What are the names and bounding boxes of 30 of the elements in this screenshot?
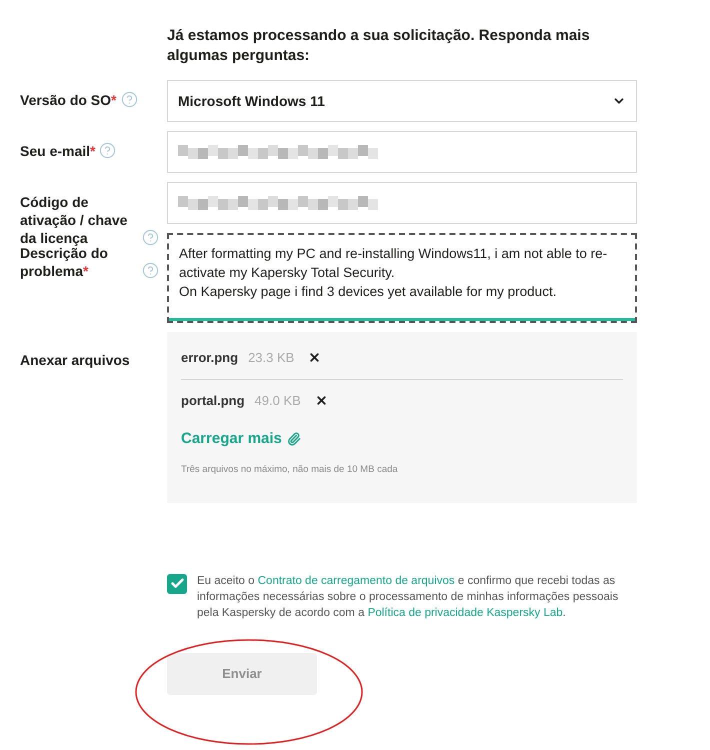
upload-more-link[interactable]: Carregar mais xyxy=(181,428,282,450)
field-label: Anexar arquivos xyxy=(20,352,130,368)
agreement-checkbox[interactable] xyxy=(167,574,187,594)
file-name: error.png xyxy=(181,349,238,367)
field-label: Seu e-mail* xyxy=(20,142,96,160)
agreement-text: Eu aceito o Contrato de carregamento de arquivos e confirmo que recebi todas as informações necessárias sobre o processamento de minhas informações pessoais pela Kaspersky de acordo com a Política de privacidade Kaspersky Lab. xyxy=(197,574,620,621)
os-select[interactable]: Microsoft Windows 11 xyxy=(167,80,637,122)
input-field[interactable] xyxy=(167,131,637,173)
help-icon[interactable] xyxy=(142,262,159,279)
blurred-text-icon xyxy=(178,196,378,210)
blurred-text-icon xyxy=(178,145,378,159)
policy-link[interactable]: Política de privacidade Kaspersky Lab xyxy=(368,606,563,619)
upload-hint: Três arquivos no máximo, não mais de 10 MB cada xyxy=(181,462,399,476)
field-label: Versão do SO* xyxy=(20,91,116,109)
help-icon[interactable] xyxy=(142,229,159,246)
close-icon[interactable] xyxy=(308,351,322,364)
field-label: Código de ativação / chave da licença xyxy=(20,193,128,247)
form-heading: Já estamos processando a sua solicitação. Responda mais algumas perguntas: xyxy=(167,26,591,66)
file-size: 49.0 KB xyxy=(254,392,301,410)
paperclip-icon xyxy=(286,432,301,446)
help-icon[interactable] xyxy=(120,91,138,108)
select-value: Microsoft Windows 11 xyxy=(178,92,325,110)
policy-link[interactable]: Contrato de carregamento de arquivos xyxy=(258,574,455,587)
field-label: Descrição do problema* xyxy=(20,245,109,280)
description-field[interactable]: After formatting my PC and re-installing Windows11, i am not able to re-activate my Kapersky Total Security. On Kapersky page i find 3 devices yet available for my product. xyxy=(167,233,637,323)
close-icon[interactable] xyxy=(314,394,328,407)
help-icon[interactable] xyxy=(99,142,116,159)
file-name: portal.png xyxy=(181,392,245,410)
file-size: 23.3 KB xyxy=(248,349,294,367)
input-field[interactable] xyxy=(167,182,637,224)
